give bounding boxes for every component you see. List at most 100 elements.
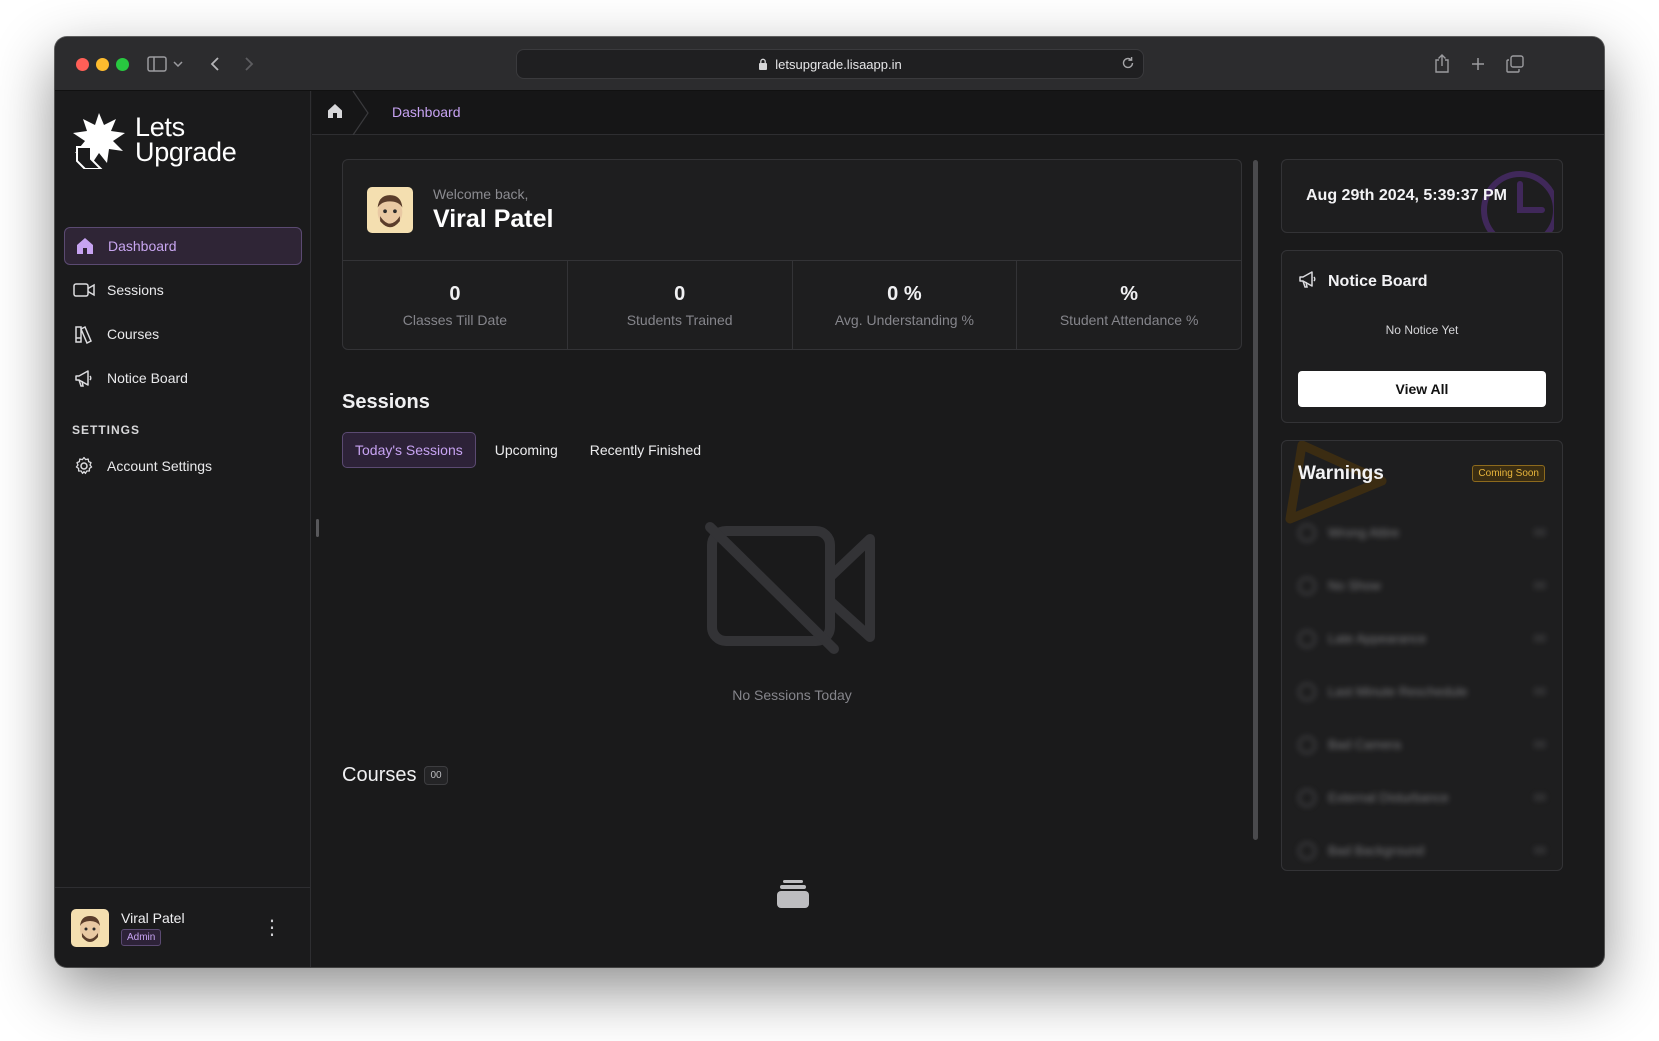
sessions-empty-state: No Sessions Today <box>342 521 1242 703</box>
forward-icon[interactable] <box>237 52 261 76</box>
sessions-heading: Sessions <box>342 391 430 413</box>
settings-heading: SETTINGS <box>72 423 141 437</box>
stat-student-attendance: % Student Attendance % <box>1017 261 1241 349</box>
stat-label: Avg. Understanding % <box>834 312 974 328</box>
lets-upgrade-logo-icon <box>73 113 125 169</box>
sidebar-item-label: Account Settings <box>107 458 213 474</box>
list-item: Late Appearance 00 <box>1298 612 1546 665</box>
role-badge: Admin <box>121 928 162 946</box>
sidebar-item-notice-board[interactable]: Notice Board <box>64 359 302 397</box>
user-off-icon <box>1298 576 1316 595</box>
stats-row: 0 Classes Till Date 0 Students Trained 0… <box>343 261 1241 349</box>
sidebar-item-account-settings[interactable]: Account Settings <box>64 447 302 485</box>
zoom-window-button[interactable] <box>116 58 129 71</box>
list-item: No Show 00 <box>1298 559 1546 612</box>
address-bar[interactable]: letsupgrade.lisaapp.in <box>516 49 1144 79</box>
breadcrumb-current[interactable]: Dashboard <box>392 104 461 120</box>
list-item: Wrong Attire 00 <box>1298 506 1546 559</box>
chevron-down-icon[interactable] <box>171 52 185 76</box>
sidebar-item-label: Dashboard <box>108 238 177 254</box>
tab-todays-sessions[interactable]: Today's Sessions <box>342 432 476 468</box>
warnings-list: Wrong Attire 00 No Show 00 Late Appearance… <box>1298 506 1546 870</box>
close-window-button[interactable] <box>76 58 89 71</box>
home-icon[interactable] <box>326 102 344 125</box>
sessions-empty-text: No Sessions Today <box>732 687 852 703</box>
volume-icon <box>1298 788 1316 807</box>
stat-avg-understanding: 0 % Avg. Understanding % <box>793 261 1018 349</box>
courses-count-badge: 00 <box>424 766 448 785</box>
clock-icon <box>1298 629 1316 648</box>
breadcrumb: Dashboard <box>312 91 1604 135</box>
notice-board-title: Notice Board <box>1328 272 1428 290</box>
main-scrollbar[interactable] <box>1253 160 1258 840</box>
brand-logo[interactable]: Lets Upgrade <box>71 111 237 169</box>
stat-classes-till-date: 0 Classes Till Date <box>343 261 568 349</box>
notice-empty-text: No Notice Yet <box>1385 323 1459 337</box>
stat-value: 0 <box>674 283 686 305</box>
shirt-icon <box>1298 523 1316 542</box>
sidebar-item-sessions[interactable]: Sessions <box>64 271 302 309</box>
tab-upcoming[interactable]: Upcoming <box>482 432 571 468</box>
clock-card: Aug 29th 2024, 5:39:37 PM <box>1281 159 1563 233</box>
main-content: Welcome back, Viral Patel 0 Classes Till… <box>342 159 1242 908</box>
list-item: External Disturbance 00 <box>1298 771 1546 824</box>
user-profile-footer[interactable]: Viral Patel Admin ⋮ <box>55 887 310 967</box>
sidebar-toggle-icon[interactable] <box>145 52 169 76</box>
current-datetime: Aug 29th 2024, 5:39:37 PM <box>1306 187 1507 204</box>
home-icon <box>74 235 96 257</box>
avatar <box>71 908 109 947</box>
list-item: Bad Camera 00 <box>1298 718 1546 771</box>
sidebar: Lets Upgrade Dashboard Sessions Courses … <box>55 91 311 967</box>
sidebar-nav: Dashboard Sessions Courses Notice Board <box>64 227 302 403</box>
book-icon <box>73 323 95 345</box>
tab-overview-icon[interactable] <box>1503 52 1527 76</box>
welcome-user-name: Viral Patel <box>433 205 554 233</box>
welcome-card: Welcome back, Viral Patel 0 Classes Till… <box>342 159 1242 350</box>
megaphone-icon <box>1298 269 1318 294</box>
stat-value: 0 % <box>887 283 922 305</box>
new-tab-icon[interactable] <box>1466 52 1490 76</box>
camera-icon <box>1298 735 1316 754</box>
view-all-button[interactable]: View All <box>1298 371 1546 407</box>
stat-label: Classes Till Date <box>402 312 507 328</box>
tab-recently-finished[interactable]: Recently Finished <box>577 432 714 468</box>
courses-heading: Courses <box>342 764 417 786</box>
back-icon[interactable] <box>203 52 227 76</box>
reload-icon[interactable] <box>1121 56 1135 73</box>
sidebar-item-label: Notice Board <box>107 370 188 386</box>
url-text: letsupgrade.lisaapp.in <box>775 56 902 72</box>
stat-value: % <box>1120 283 1139 305</box>
list-item: Bad Background 00 <box>1298 824 1546 870</box>
stat-students-trained: 0 Students Trained <box>568 261 793 349</box>
notice-board-card: Notice Board No Notice Yet View All <box>1281 250 1563 423</box>
stat-value: 0 <box>449 283 461 305</box>
right-panel: Aug 29th 2024, 5:39:37 PM Notice Board N… <box>1281 159 1563 871</box>
warnings-title: Warnings <box>1298 463 1384 484</box>
sidebar-item-courses[interactable]: Courses <box>64 315 302 353</box>
user-name: Viral Patel <box>121 909 185 926</box>
megaphone-icon <box>73 367 95 389</box>
sidebar-item-label: Courses <box>107 326 160 342</box>
sidebar-item-dashboard[interactable]: Dashboard <box>64 227 302 265</box>
share-icon[interactable] <box>1430 52 1454 76</box>
warnings-card: Warnings Coming Soon Wrong Attire 00 No S… <box>1281 440 1563 871</box>
courses-heading-row: Courses 00 <box>342 764 448 787</box>
breadcrumb-separator-icon <box>352 91 369 135</box>
browser-window: letsupgrade.lisaapp.in Lets Upgrade Dash… <box>55 37 1604 967</box>
coming-soon-badge: Coming Soon <box>1472 465 1545 482</box>
stat-label: Student Attendance % <box>1059 312 1199 328</box>
list-item: Last Minute Reschedule 00 <box>1298 665 1546 718</box>
lock-icon <box>759 58 768 70</box>
minimize-window-button[interactable] <box>96 58 109 71</box>
more-options-icon[interactable]: ⋮ <box>262 918 282 938</box>
stat-label: Students Trained <box>626 312 733 328</box>
video-icon <box>73 279 95 301</box>
session-tabs: Today's Sessions Upcoming Recently Finis… <box>342 432 714 468</box>
brand-name-line2: Upgrade <box>135 137 237 167</box>
sidebar-resize-handle[interactable] <box>316 519 319 537</box>
sidebar-item-label: Sessions <box>107 282 164 298</box>
browser-toolbar: letsupgrade.lisaapp.in <box>55 37 1604 91</box>
avatar <box>367 187 413 233</box>
welcome-greeting: Welcome back, <box>433 186 529 202</box>
calendar-x-icon <box>1298 682 1316 701</box>
